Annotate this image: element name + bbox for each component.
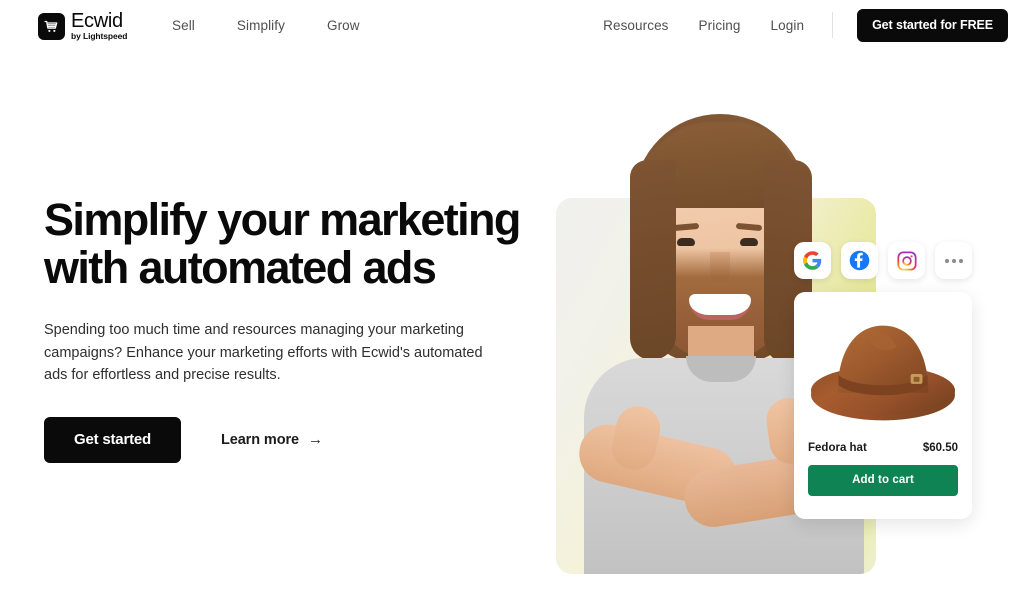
ellipsis-glyph <box>944 258 963 263</box>
page-title: Simplify your marketing with automated a… <box>44 194 521 293</box>
nav-item-grow[interactable]: Grow <box>327 18 360 33</box>
brand-logo[interactable]: Ecwid by Lightspeed <box>38 11 127 41</box>
learn-more-label: Learn more <box>221 431 299 448</box>
product-price: $60.50 <box>922 442 958 454</box>
facebook-icon[interactable] <box>841 242 878 279</box>
google-icon[interactable] <box>794 242 831 279</box>
get-started-free-button[interactable]: Get started for FREE <box>857 8 1008 42</box>
eye-right <box>740 238 758 246</box>
hero-copy: Simplify your marketing with automated a… <box>44 196 524 463</box>
hero-actions: Get started Learn more → <box>44 416 524 463</box>
product-image <box>808 306 958 438</box>
nav-item-sell[interactable]: Sell <box>172 18 195 33</box>
brand-text: Ecwid by Lightspeed <box>71 11 127 41</box>
primary-navigation: Sell Simplify Grow <box>172 0 360 50</box>
landing-page: Ecwid by Lightspeed Sell Simplify Grow R… <box>0 0 1024 606</box>
brand-name: Ecwid <box>71 10 123 32</box>
hair-side-left <box>630 160 676 360</box>
fedora-hat-icon <box>810 325 956 421</box>
learn-more-link[interactable]: Learn more → <box>221 432 323 448</box>
nav-item-login[interactable]: Login <box>771 18 805 33</box>
product-card: Fedora hat $60.50 Add to cart <box>794 292 972 519</box>
hero-description: Spending too much time and resources man… <box>44 322 483 383</box>
secondary-navigation: Resources Pricing Login Get started for … <box>573 0 1008 50</box>
get-started-button[interactable]: Get started <box>44 416 181 463</box>
nav-item-pricing[interactable]: Pricing <box>699 18 741 33</box>
shopping-cart-icon <box>38 12 65 40</box>
product-meta: Fedora hat $60.50 <box>808 442 958 454</box>
instagram-icon[interactable] <box>888 242 925 279</box>
add-to-cart-button[interactable]: Add to cart <box>808 465 958 496</box>
nav-divider <box>832 12 834 38</box>
site-header: Ecwid by Lightspeed Sell Simplify Grow R… <box>0 0 1024 50</box>
ad-channel-icons <box>794 242 972 279</box>
brand-tagline: by Lightspeed <box>71 31 128 41</box>
product-name: Fedora hat <box>808 442 867 454</box>
smile <box>689 294 751 320</box>
nav-item-resources[interactable]: Resources <box>603 18 668 33</box>
more-options-icon[interactable] <box>935 242 972 279</box>
eye-left <box>677 238 695 246</box>
nav-item-simplify[interactable]: Simplify <box>237 18 285 33</box>
arrow-right-icon: → <box>307 431 323 448</box>
